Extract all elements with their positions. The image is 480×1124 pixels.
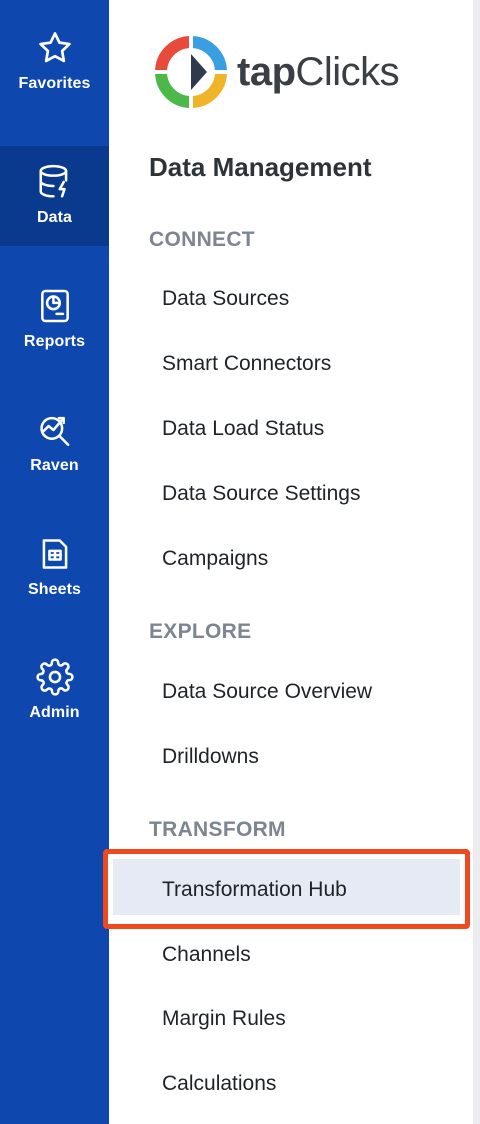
nav-item-data-source-settings[interactable]: Data Source Settings (162, 482, 360, 506)
logo-text-bold: tap (237, 50, 296, 94)
rail-label-sheets: Sheets (27, 581, 82, 598)
rail-item-raven[interactable]: Raven (0, 394, 109, 494)
nav-item-data-sources[interactable]: Data Sources (162, 287, 289, 311)
logo-ring-icon (153, 34, 229, 110)
data-management-panel: tapClicks Data Management CONNECT Data S… (103, 0, 473, 1124)
rail-label-reports: Reports (23, 333, 86, 350)
nav-item-data-load-status[interactable]: Data Load Status (162, 417, 324, 441)
rail-label-raven: Raven (30, 457, 79, 474)
database-icon (35, 162, 75, 202)
rail-label-favorites: Favorites (18, 75, 91, 92)
section-explore: EXPLORE (149, 620, 252, 643)
app-rail: Favorites Data Reports Raven Sheets Admi… (0, 0, 109, 1124)
panel-title: Data Management (149, 152, 372, 182)
logo-wordmark: tapClicks (237, 50, 400, 94)
nav-item-calculations[interactable]: Calculations (162, 1072, 276, 1096)
tapclicks-logo[interactable]: tapClicks (153, 34, 400, 110)
nav-item-smart-connectors[interactable]: Smart Connectors (162, 352, 331, 376)
rail-item-sheets[interactable]: Sheets (0, 518, 109, 618)
nav-item-campaigns[interactable]: Campaigns (162, 547, 268, 571)
nav-item-transformation-hub[interactable]: Transformation Hub (162, 878, 347, 902)
rail-item-favorites[interactable]: Favorites (0, 12, 109, 112)
section-transform: TRANSFORM (149, 818, 286, 841)
panel-divider (473, 0, 480, 1124)
report-icon (35, 286, 75, 326)
nav-item-data-source-overview[interactable]: Data Source Overview (162, 680, 372, 704)
nav-item-drilldowns[interactable]: Drilldowns (162, 745, 259, 769)
nav-item-margin-rules[interactable]: Margin Rules (162, 1007, 286, 1031)
nav-item-channels[interactable]: Channels (162, 943, 251, 967)
section-connect: CONNECT (149, 228, 255, 251)
sheet-icon (35, 534, 75, 574)
rail-item-reports[interactable]: Reports (0, 270, 109, 370)
gear-icon (35, 657, 75, 697)
rail-item-admin[interactable]: Admin (0, 641, 109, 741)
raven-insights-icon (35, 410, 75, 450)
rail-label-data: Data (36, 209, 73, 226)
star-icon (35, 28, 75, 68)
rail-item-data[interactable]: Data (0, 146, 109, 246)
rail-label-admin: Admin (29, 704, 80, 721)
logo-text-regular: Clicks (295, 50, 400, 94)
